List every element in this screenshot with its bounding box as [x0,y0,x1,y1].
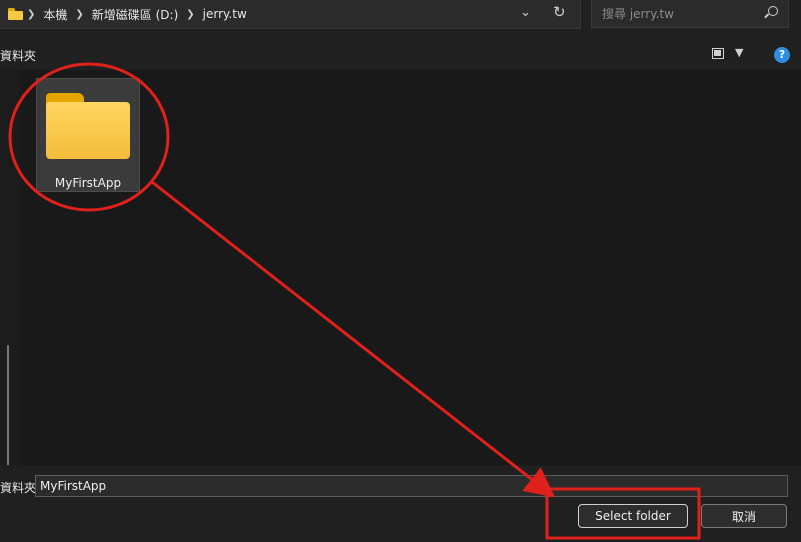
refresh-icon[interactable]: ↻ [553,3,566,21]
chevron-down-icon[interactable]: ⌄ [520,5,531,20]
dialog-footer: 資料夾: Select folder 取消 [0,465,801,542]
top-bar: ❯ 本機 ❯ 新增磁碟區 (D:) ❯ jerry.tw ⌄ ↻ [0,0,801,40]
address-bar[interactable]: ❯ 本機 ❯ 新增磁碟區 (D:) ❯ jerry.tw ⌄ ↻ [0,0,581,29]
view-mode-icon[interactable] [712,48,724,59]
select-folder-button[interactable]: Select folder [578,504,688,528]
folder-icon [46,93,130,159]
help-icon[interactable]: ? [774,47,790,63]
breadcrumb-current-folder[interactable]: jerry.tw [203,7,247,21]
nav-pane-label: 資料夾 [0,49,37,63]
chevron-right-icon[interactable]: ❯ [27,9,35,20]
command-bar: 資料夾 ▼ ? [0,40,801,70]
breadcrumb-this-pc[interactable]: 本機 [43,6,67,23]
breadcrumb-drive-d[interactable]: 新增磁碟區 (D:) [92,6,178,23]
search-box[interactable] [591,0,789,28]
cancel-button[interactable]: 取消 [701,504,787,528]
navigation-pane[interactable] [0,70,21,520]
chevron-right-icon[interactable]: ❯ [186,9,194,20]
folder-icon [8,8,23,20]
search-input[interactable] [600,5,764,22]
chevron-right-icon[interactable]: ❯ [75,9,83,20]
search-icon[interactable] [768,6,778,16]
folder-item-myfirstapp[interactable]: MyFirstApp [36,78,140,192]
chevron-down-icon[interactable]: ▼ [735,46,743,59]
folder-name-input[interactable] [35,475,788,497]
folder-item-label: MyFirstApp [54,176,122,190]
